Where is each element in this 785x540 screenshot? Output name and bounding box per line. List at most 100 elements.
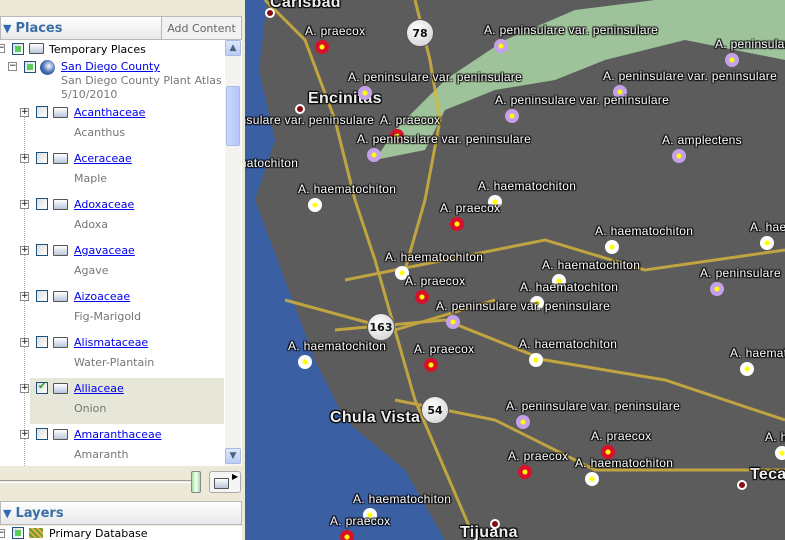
family-link[interactable]: Aizoaceae: [74, 290, 130, 303]
species-label[interactable]: A. haematochiton: [765, 430, 785, 444]
slider-knob[interactable]: [191, 471, 201, 493]
species-label[interactable]: A. haematochiton: [750, 220, 785, 234]
plant-marker-icon[interactable]: [529, 353, 543, 367]
scroll-up-button[interactable]: ▲: [225, 40, 241, 56]
plant-marker-icon[interactable]: [367, 148, 381, 162]
layers-panel-header[interactable]: ▼ Layers: [0, 501, 242, 525]
plant-marker-icon[interactable]: [725, 53, 739, 67]
collapse-icon[interactable]: −: [0, 529, 5, 538]
places-panel-header[interactable]: ▼ Places Add Content: [0, 16, 242, 40]
plant-marker-icon[interactable]: [518, 465, 532, 479]
species-label[interactable]: A. peninsulare var. peninsulare: [245, 113, 374, 127]
scroll-thumb[interactable]: [226, 86, 240, 146]
collapse-icon[interactable]: −: [0, 44, 5, 53]
plant-marker-icon[interactable]: [585, 472, 599, 486]
family-link[interactable]: Adoxaceae: [74, 198, 134, 211]
species-label[interactable]: A. peninsulare: [700, 266, 781, 280]
collapse-triangle-icon[interactable]: ▼: [3, 507, 11, 520]
city-marker[interactable]: [490, 519, 500, 529]
species-label[interactable]: A. praecox: [591, 429, 651, 443]
folder-menu-button[interactable]: ▶: [209, 471, 241, 493]
plant-marker-icon[interactable]: [298, 355, 312, 369]
plant-marker-icon[interactable]: [415, 290, 429, 304]
plant-marker-icon[interactable]: [340, 530, 354, 540]
add-content-button[interactable]: Add Content: [161, 17, 241, 39]
species-label[interactable]: A. haematochiton: [288, 339, 386, 353]
city-marker[interactable]: [265, 8, 275, 18]
species-label[interactable]: A. haematochiton: [353, 492, 451, 506]
species-label[interactable]: A. praecox: [380, 113, 440, 127]
scroll-down-button[interactable]: ▼: [225, 448, 241, 464]
plant-marker-icon[interactable]: [775, 446, 785, 460]
plant-marker-icon[interactable]: [315, 40, 329, 54]
plant-marker-icon[interactable]: [505, 109, 519, 123]
tree-item-temporary-places[interactable]: Temporary Places: [49, 43, 146, 56]
expand-icon[interactable]: +: [20, 108, 29, 117]
plant-marker-icon[interactable]: [424, 358, 438, 372]
species-label[interactable]: A. praecox: [414, 342, 474, 356]
plant-marker-icon[interactable]: [450, 217, 464, 231]
expand-icon[interactable]: +: [20, 384, 29, 393]
plant-marker-icon[interactable]: [672, 149, 686, 163]
san-diego-county-link[interactable]: San Diego County: [61, 60, 160, 73]
species-label[interactable]: A. haematochiton: [519, 337, 617, 351]
species-label[interactable]: A. praecox: [330, 514, 390, 528]
species-label[interactable]: A. peninsulare var. peninsulare: [348, 70, 522, 84]
checkbox[interactable]: [36, 244, 48, 256]
species-label[interactable]: A. praecox: [305, 24, 365, 38]
species-label[interactable]: A. peninsulare var. peninsulare: [357, 132, 531, 146]
species-label[interactable]: A. peninsulare var. peninsulare: [495, 93, 669, 107]
plant-marker-icon[interactable]: [710, 282, 724, 296]
expand-icon[interactable]: +: [20, 154, 29, 163]
family-link[interactable]: Alliaceae: [74, 382, 124, 395]
plant-marker-icon[interactable]: [605, 240, 619, 254]
expand-icon[interactable]: +: [20, 200, 29, 209]
species-label[interactable]: A. peninsulare var. peninsulare: [484, 23, 658, 37]
checkbox[interactable]: [36, 290, 48, 302]
expand-icon[interactable]: +: [20, 292, 29, 301]
checkbox[interactable]: [12, 43, 24, 55]
species-label[interactable]: A. haematochiton: [575, 456, 673, 470]
species-label[interactable]: A. haematochiton: [542, 258, 640, 272]
plant-marker-icon[interactable]: [308, 198, 322, 212]
expand-icon[interactable]: +: [20, 338, 29, 347]
species-label[interactable]: A. haematochiton: [520, 280, 618, 294]
checkbox[interactable]: [24, 61, 36, 73]
species-label[interactable]: A. peninsulare var. peninsulare: [436, 299, 610, 313]
family-link[interactable]: Aceraceae: [74, 152, 132, 165]
species-label[interactable]: A. peninsulare var. peninsulare: [715, 37, 785, 51]
expand-icon[interactable]: +: [20, 246, 29, 255]
checkbox[interactable]: [36, 106, 48, 118]
family-link[interactable]: Agavaceae: [74, 244, 135, 257]
plant-marker-icon[interactable]: [358, 86, 372, 100]
city-marker[interactable]: [737, 480, 747, 490]
family-link[interactable]: Amaranthaceae: [74, 428, 162, 441]
species-label[interactable]: A. praecox: [405, 274, 465, 288]
map-view[interactable]: CarlsbadEncinitasChula VistaTijuanaTecat…: [245, 0, 785, 540]
expand-icon[interactable]: +: [20, 430, 29, 439]
plant-marker-icon[interactable]: [494, 39, 508, 53]
plant-marker-icon[interactable]: [446, 315, 460, 329]
vertical-scrollbar[interactable]: ▲ ▼: [225, 40, 241, 466]
plant-marker-icon[interactable]: [760, 236, 774, 250]
plant-marker-icon[interactable]: [740, 362, 754, 376]
species-label[interactable]: A. haematochiton: [385, 250, 483, 264]
species-label[interactable]: A. haematochiton: [478, 179, 576, 193]
species-label[interactable]: A. haematochiton: [298, 182, 396, 196]
family-link[interactable]: Acanthaceae: [74, 106, 145, 119]
family-link[interactable]: Alismataceae: [74, 336, 148, 349]
species-label[interactable]: A. haematochiton: [595, 224, 693, 238]
checkbox[interactable]: [36, 336, 48, 348]
collapse-icon[interactable]: −: [8, 62, 17, 71]
species-label[interactable]: A. praecox: [440, 201, 500, 215]
species-label[interactable]: A. amplectens: [662, 133, 742, 147]
checkbox[interactable]: [12, 527, 24, 539]
checkbox[interactable]: [36, 381, 48, 394]
species-label[interactable]: A. haematochiton: [730, 346, 785, 360]
checkbox[interactable]: [36, 428, 48, 440]
checkbox[interactable]: [36, 198, 48, 210]
species-label[interactable]: A. peninsulare var. peninsulare: [603, 69, 777, 83]
species-label[interactable]: A. haematochiton: [245, 156, 298, 170]
transparency-slider[interactable]: [0, 480, 200, 483]
species-label[interactable]: A. praecox: [508, 449, 568, 463]
